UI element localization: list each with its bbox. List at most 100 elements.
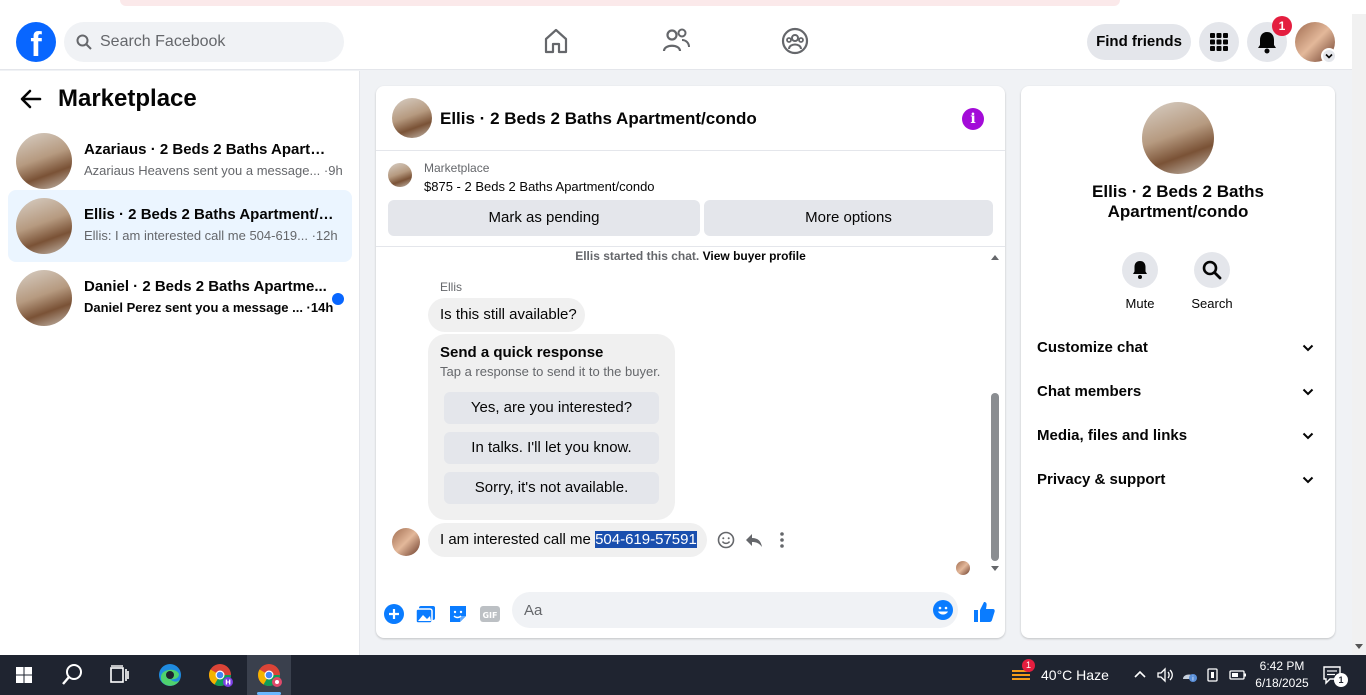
info-icon[interactable]: i <box>962 108 984 130</box>
conversation-item[interactable]: Azariaus · 2 Beds 2 Baths Apartme... Aza… <box>8 125 352 197</box>
message-list: Ellis started this chat. View buyer prof… <box>376 247 1005 577</box>
conversation-title: Ellis · 2 Beds 2 Baths Apartment/c... <box>84 206 334 223</box>
conversation-title: Azariaus · 2 Beds 2 Baths Apartme... <box>84 141 334 158</box>
row-label: Privacy & support <box>1037 471 1166 488</box>
message-composer: GIF <box>376 590 1005 638</box>
search-icon <box>1202 260 1222 280</box>
notification-center-button[interactable]: 1 <box>1322 665 1348 687</box>
message-bubble[interactable]: Is this still available? <box>428 298 585 332</box>
conversation-preview: Daniel Perez sent you a message ... ·14h <box>84 300 334 315</box>
conversation-title: Daniel · 2 Beds 2 Baths Apartme... <box>84 278 327 295</box>
listing-price[interactable]: $875 - 2 Beds 2 Baths Apartment/condo <box>424 179 655 194</box>
clock[interactable]: 6:42 PM 6/18/2025 <box>1252 658 1312 692</box>
chat-avatar[interactable] <box>392 98 432 138</box>
quick-response-button[interactable]: Yes, are you interested? <box>444 392 659 424</box>
selected-phone-number[interactable]: 504-619-57591 <box>595 531 697 548</box>
media-files-links-row[interactable]: Media, files and links <box>1029 414 1327 458</box>
react-icon[interactable] <box>716 530 736 550</box>
sender-avatar[interactable] <box>392 528 420 556</box>
sender-name: Ellis <box>440 280 463 294</box>
speaker-icon[interactable] <box>1156 667 1174 683</box>
conversation-item-active[interactable]: Ellis · 2 Beds 2 Baths Apartment/c... El… <box>8 190 352 262</box>
chat-info-avatar[interactable] <box>1142 102 1214 174</box>
task-view-button[interactable] <box>97 655 141 695</box>
listing-card: Marketplace $875 - 2 Beds 2 Baths Apartm… <box>376 151 1005 247</box>
search-action[interactable]: Search <box>1182 252 1242 311</box>
chat-scrollbar[interactable] <box>991 393 999 561</box>
svg-text:H: H <box>225 679 231 687</box>
mute-label: Mute <box>1125 296 1155 311</box>
message-input[interactable] <box>524 592 914 628</box>
search-box[interactable] <box>64 22 344 62</box>
row-label: Media, files and links <box>1037 427 1188 444</box>
sidebar-title: Marketplace <box>58 85 197 112</box>
chat-info-title: Ellis · 2 Beds 2 Baths Apartment/condo <box>1092 182 1264 221</box>
photo-icon[interactable] <box>415 603 437 625</box>
sticker-icon[interactable] <box>447 603 469 625</box>
chrome-icon: H <box>209 664 233 687</box>
start-button[interactable] <box>2 655 46 695</box>
battery-icon[interactable] <box>1229 668 1247 682</box>
like-icon[interactable] <box>972 600 996 624</box>
chevron-down-icon <box>1302 476 1314 484</box>
more-options-button[interactable]: More options <box>704 200 993 236</box>
scroll-up-icon[interactable] <box>990 253 1000 261</box>
listing-thumbnail[interactable] <box>388 163 412 187</box>
message-bubble[interactable]: I am interested call me 504-619-57591 <box>428 523 707 557</box>
listing-category: Marketplace <box>424 161 490 175</box>
quick-response-subtitle: Tap a response to send it to the buyer. <box>440 364 661 379</box>
meet-icon[interactable] <box>1205 667 1221 683</box>
network-icon[interactable]: i <box>1180 667 1198 683</box>
quick-response-card: Send a quick response Tap a response to … <box>428 334 675 520</box>
quick-response-button[interactable]: In talks. I'll let you know. <box>444 432 659 464</box>
account-chevron-icon[interactable] <box>1321 48 1337 64</box>
taskbar-search-button[interactable] <box>50 655 94 695</box>
quick-response-button[interactable]: Sorry, it's not available. <box>444 472 659 504</box>
time-text: 6:42 PM <box>1259 659 1305 673</box>
weather-widget-icon[interactable]: 1 <box>1010 659 1035 685</box>
menu-button[interactable] <box>1199 22 1239 62</box>
friends-icon[interactable] <box>661 26 691 56</box>
windows-taskbar: H 1 40°C Haze i 6:42 PM 6/18/2025 1 <box>0 655 1366 695</box>
notification-center-badge: 1 <box>1334 673 1348 687</box>
home-icon[interactable] <box>541 26 571 56</box>
more-vertical-icon[interactable] <box>772 530 792 550</box>
page-scrollbar[interactable] <box>1352 14 1366 655</box>
seen-avatar <box>956 561 970 575</box>
chevron-up-icon[interactable] <box>1132 667 1148 683</box>
task-view-icon <box>110 665 129 683</box>
row-label: Chat members <box>1037 383 1142 400</box>
mark-pending-button[interactable]: Mark as pending <box>388 200 700 236</box>
menu-grid-icon <box>1210 33 1228 51</box>
customize-chat-row[interactable]: Customize chat <box>1029 326 1327 370</box>
gif-icon[interactable]: GIF <box>479 603 501 625</box>
mute-action[interactable]: Mute <box>1110 252 1170 311</box>
reply-icon[interactable] <box>744 530 764 550</box>
edge-app[interactable] <box>148 655 192 695</box>
back-arrow-icon[interactable] <box>20 88 42 110</box>
search-button[interactable] <box>1194 252 1230 288</box>
emoji-icon[interactable] <box>932 599 954 621</box>
conversation-item[interactable]: Daniel · 2 Beds 2 Baths Apartme... Danie… <box>8 262 352 334</box>
chat-header: Ellis · 2 Beds 2 Baths Apartment/condo i <box>376 86 1005 151</box>
browser-tab-strip <box>120 0 1120 6</box>
search-icon <box>62 664 82 685</box>
notification-badge: 1 <box>1272 16 1292 36</box>
listing-thumbnail <box>16 133 72 189</box>
facebook-logo[interactable]: f <box>16 22 56 62</box>
search-input[interactable] <box>100 22 330 62</box>
scroll-down-icon[interactable] <box>1355 644 1363 650</box>
chat-members-row[interactable]: Chat members <box>1029 370 1327 414</box>
groups-icon[interactable] <box>780 26 810 56</box>
find-friends-button[interactable]: Find friends <box>1087 24 1191 60</box>
view-buyer-profile-link[interactable]: View buyer profile <box>703 249 806 263</box>
scroll-down-icon[interactable] <box>990 565 1000 573</box>
chrome-app-active[interactable] <box>247 655 291 695</box>
weather-text[interactable]: 40°C Haze <box>1041 667 1109 683</box>
plus-circle-icon[interactable] <box>383 603 405 625</box>
privacy-support-row[interactable]: Privacy & support <box>1029 458 1327 502</box>
chat-title[interactable]: Ellis · 2 Beds 2 Baths Apartment/condo <box>440 109 757 129</box>
message-input-box[interactable] <box>512 592 958 628</box>
mute-button[interactable] <box>1122 252 1158 288</box>
chrome-app-h[interactable]: H <box>198 655 242 695</box>
